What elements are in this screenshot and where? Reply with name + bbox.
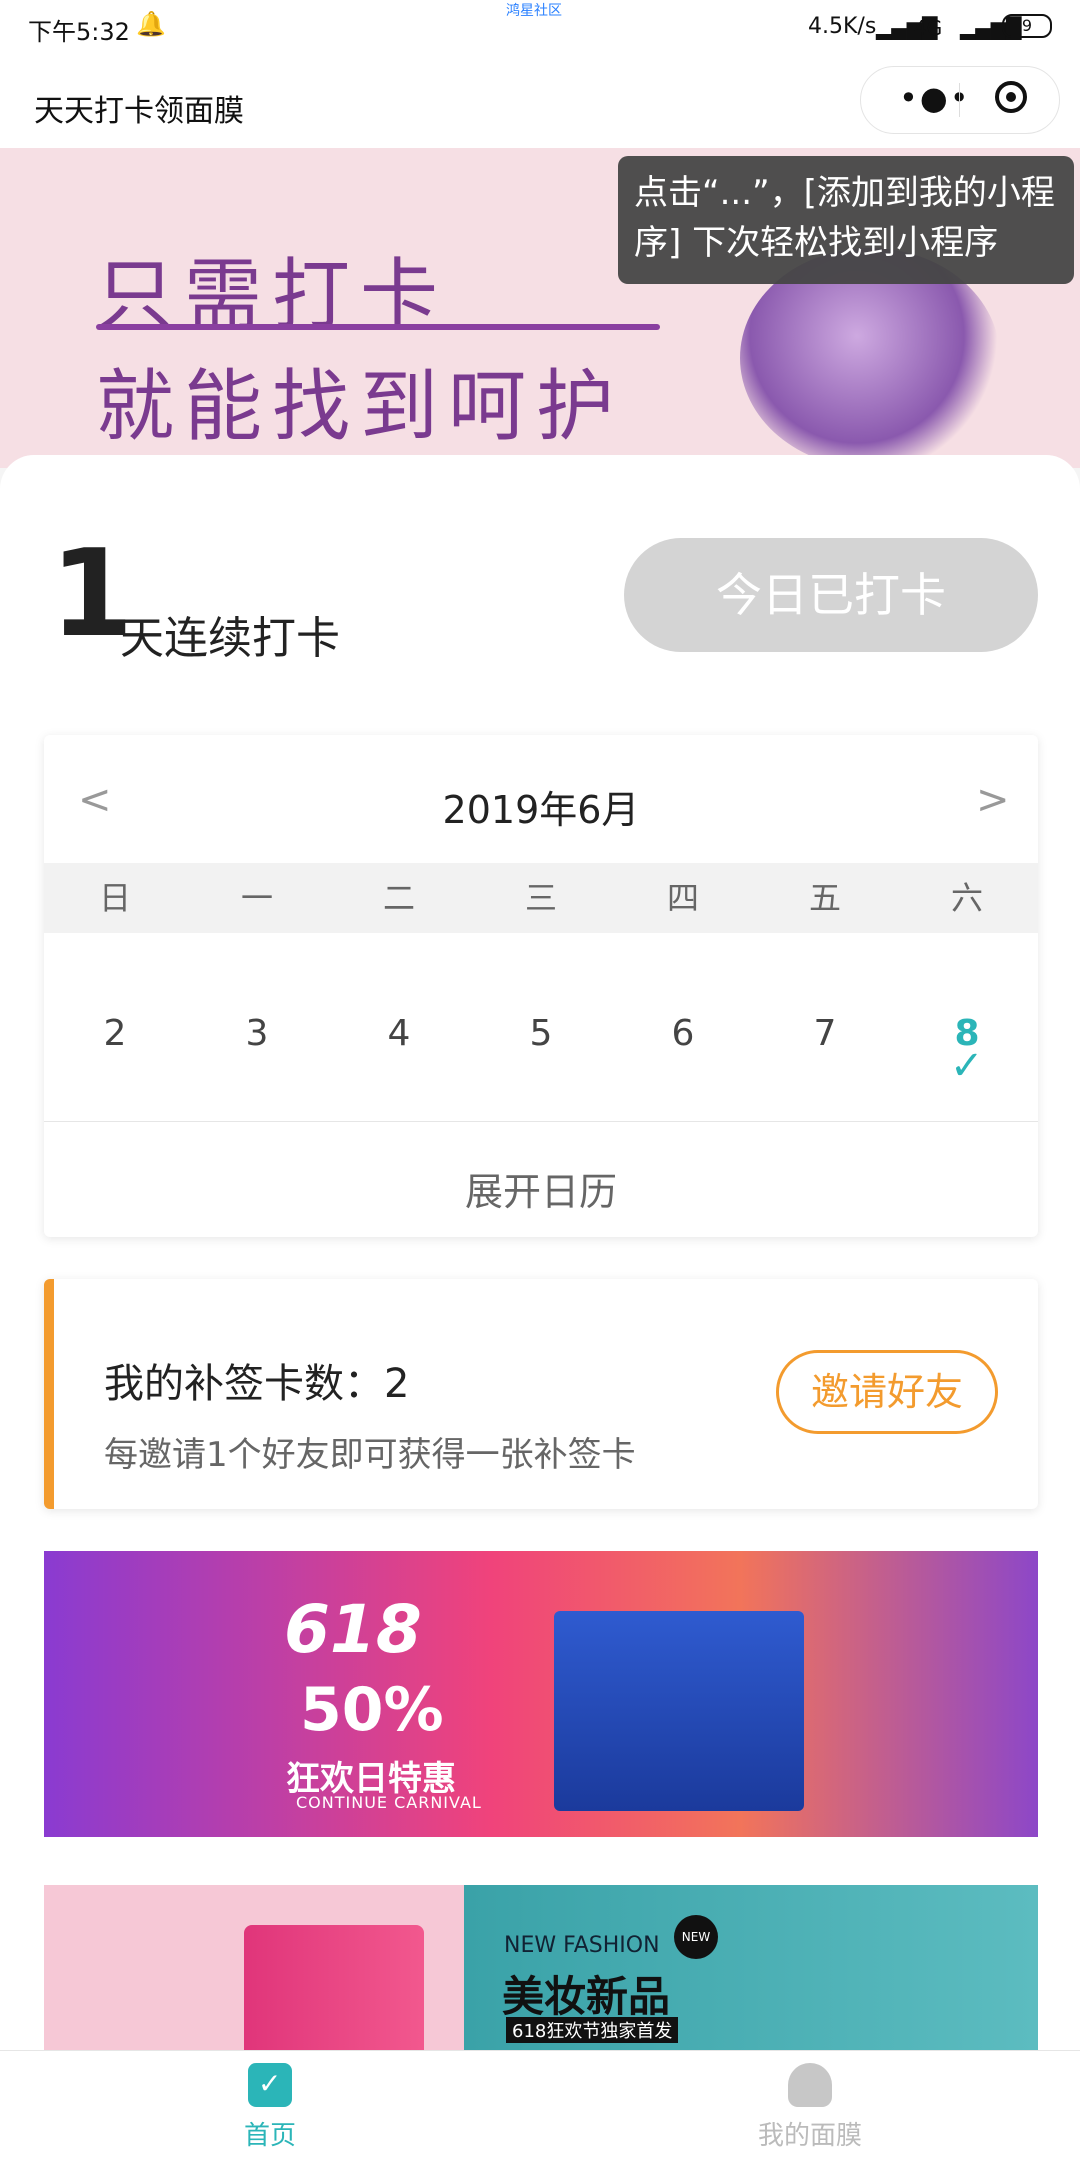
weekday: 六 bbox=[950, 879, 983, 917]
notification-bell-icon: 🔔 bbox=[136, 10, 166, 38]
calendar-check-icon bbox=[248, 2063, 292, 2107]
network-type: 4G bbox=[914, 16, 943, 40]
invite-friends-button[interactable]: 邀请好友 bbox=[776, 1350, 998, 1434]
add-to-miniprogram-tooltip: 点击“...”，[添加到我的小程序] 下次轻松找到小程序 bbox=[618, 156, 1074, 284]
new-badge: NEW bbox=[674, 1915, 718, 1959]
carrier-label: 鸿星社区 bbox=[506, 3, 562, 19]
status-time: 下午5:32 bbox=[28, 18, 130, 46]
promo-subtext: CONTINUE CARNIVAL bbox=[296, 1793, 482, 1812]
weekday: 一 bbox=[240, 879, 273, 917]
promo-banner-618[interactable]: 618 50% 狂欢日特惠 CONTINUE CARNIVAL bbox=[44, 1551, 1038, 1837]
promo-percent: 50% bbox=[300, 1675, 444, 1745]
calendar-day[interactable]: 2 bbox=[44, 933, 186, 1121]
banner-line-2: 就能找到呵护 bbox=[96, 362, 625, 452]
weekday-header: 日 一 二 三 四 五 六 bbox=[44, 863, 1038, 933]
mask-product-image bbox=[554, 1611, 804, 1811]
checkmark-icon: ✓ bbox=[950, 1043, 984, 1089]
promo2-new-fashion: NEW FASHION bbox=[504, 1933, 660, 1958]
calendar-day[interactable]: 7 bbox=[754, 933, 896, 1121]
chevron-right-icon[interactable]: > bbox=[976, 777, 1010, 823]
bottles-image bbox=[244, 1925, 424, 2050]
checked-in-button[interactable]: 今日已打卡 bbox=[624, 538, 1038, 652]
network-speed: 4.5K/s bbox=[808, 14, 877, 39]
target-icon[interactable] bbox=[995, 81, 1027, 113]
battery-icon: 9 bbox=[1002, 14, 1052, 38]
expand-calendar-button[interactable]: 展开日历 bbox=[44, 1161, 1038, 1216]
makeup-card-count: 我的补签卡数：2 bbox=[104, 1361, 410, 1407]
promo2-title: 美妆新品 bbox=[502, 1972, 671, 2021]
banner-rule bbox=[96, 324, 660, 330]
calendar-day-today[interactable]: 8 bbox=[896, 933, 1038, 1121]
calendar-divider bbox=[44, 1121, 1038, 1122]
promo-banner-new-makeup[interactable]: NEW FASHION 美妆新品 618狂欢节独家首发 NEW bbox=[44, 1885, 1038, 2050]
tab-bar: 首页 我的面膜 bbox=[0, 2050, 1080, 2161]
streak-label: 天连续打卡 bbox=[120, 613, 340, 664]
weekday: 五 bbox=[808, 879, 841, 917]
weekday: 二 bbox=[382, 879, 415, 917]
weekday: 三 bbox=[524, 879, 557, 917]
promo-618-text: 618 bbox=[284, 1591, 422, 1668]
tab-home-label: 首页 bbox=[243, 2121, 296, 2151]
calendar-day[interactable]: 3 bbox=[186, 933, 328, 1121]
makeup-card-description: 每邀请1个好友即可获得一张补签卡 bbox=[104, 1435, 636, 1475]
weekday: 四 bbox=[666, 879, 699, 917]
calendar-day[interactable]: 4 bbox=[328, 933, 470, 1121]
weekday: 日 bbox=[98, 879, 131, 917]
calendar: < 2019年6月 > 日 一 二 三 四 五 六 2 3 4 5 6 7 8 … bbox=[44, 735, 1038, 1237]
tab-home[interactable]: 首页 bbox=[170, 2063, 370, 2152]
calendar-week-row: 2 3 4 5 6 7 8 bbox=[44, 933, 1038, 1121]
page-title: 天天打卡领面膜 bbox=[34, 94, 244, 129]
tab-my-masks[interactable]: 我的面膜 bbox=[710, 2063, 910, 2152]
calendar-day[interactable]: 5 bbox=[470, 933, 612, 1121]
miniprogram-capsule: •●• bbox=[860, 66, 1060, 134]
tab-mine-label: 我的面膜 bbox=[757, 2121, 862, 2151]
user-icon bbox=[788, 2063, 832, 2107]
status-bar: 下午5:32 🔔 鸿星社区 4.5K/s ▂▄▆█ 4G ▂▄▆█ 9 bbox=[0, 0, 1080, 52]
calendar-day[interactable]: 6 bbox=[612, 933, 754, 1121]
calendar-month-title: 2019年6月 bbox=[442, 788, 640, 832]
capsule-divider bbox=[959, 83, 960, 117]
promo2-subtitle: 618狂欢节独家首发 bbox=[506, 2017, 679, 2043]
